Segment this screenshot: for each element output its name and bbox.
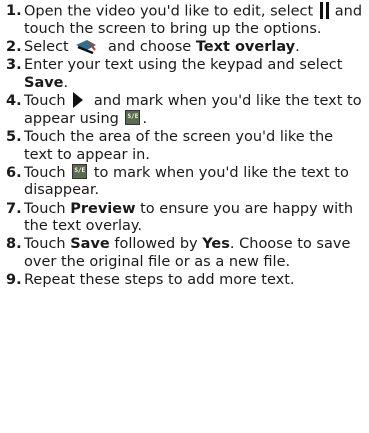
marker-glyph: S/E [127, 113, 139, 121]
step-7: 7. Touch Preview to ensure you are happy… [6, 201, 363, 236]
step-2: 2. Select and choose Text overlay. [6, 39, 363, 57]
step-text: Touch [24, 93, 66, 110]
step-bold-text: Preview [70, 200, 136, 217]
step-number: 6. [6, 164, 22, 181]
pause-icon [319, 2, 330, 19]
step-text: Touch [24, 164, 66, 181]
step-5: 5. Touch the area of the screen you'd li… [6, 129, 363, 164]
step-number: 3. [6, 57, 22, 74]
step-text: Select [24, 39, 69, 56]
step-9: 9. Repeat these steps to add more text. [6, 272, 363, 290]
step-number: 8. [6, 236, 22, 253]
step-text: Touch [24, 200, 66, 217]
start-end-marker-icon: S/E [125, 110, 141, 126]
step-8: 8. Touch Save followed by Yes. Choose to… [6, 236, 363, 271]
step-number: 2. [6, 39, 22, 56]
step-3: 3. Enter your text using the keypad and … [6, 57, 363, 92]
step-number: 7. [6, 200, 22, 217]
instruction-list: 1. Open the video you'd like to edit, se… [0, 0, 369, 290]
step-text: Touch [24, 236, 66, 253]
step-text: Open the video you'd like to edit, selec… [24, 3, 314, 20]
step-6: 6. Touch S/E to mark when you'd like the… [6, 164, 363, 200]
step-text: Touch the area of the screen you'd like … [24, 129, 334, 163]
edit-icon [76, 39, 97, 54]
step-number: 4. [6, 93, 22, 110]
step-bold-text: Text overlay [195, 39, 296, 56]
step-text: . [295, 39, 300, 56]
marker-glyph: S/E [74, 167, 86, 175]
step-text: Enter your text using the keypad and sel… [24, 57, 343, 74]
step-number: 1. [6, 3, 22, 19]
step-4: 4. Touch and mark when you'd like the te… [6, 92, 363, 128]
step-number: 5. [6, 129, 22, 146]
step-number: 9. [6, 272, 22, 289]
step-text: . [142, 110, 148, 127]
start-end-marker-icon: S/E [72, 164, 88, 180]
step-text: Repeat these steps to add more text. [24, 272, 295, 289]
step-text: . [63, 75, 69, 92]
step-1: 1. Open the video you'd like to edit, se… [6, 2, 363, 39]
step-text: and choose [107, 39, 192, 56]
step-text: followed by [114, 236, 198, 253]
play-icon [73, 92, 84, 109]
step-bold-text: Save [70, 236, 110, 253]
step-bold-text: Yes [202, 236, 230, 253]
step-bold-text: Save [24, 75, 64, 92]
